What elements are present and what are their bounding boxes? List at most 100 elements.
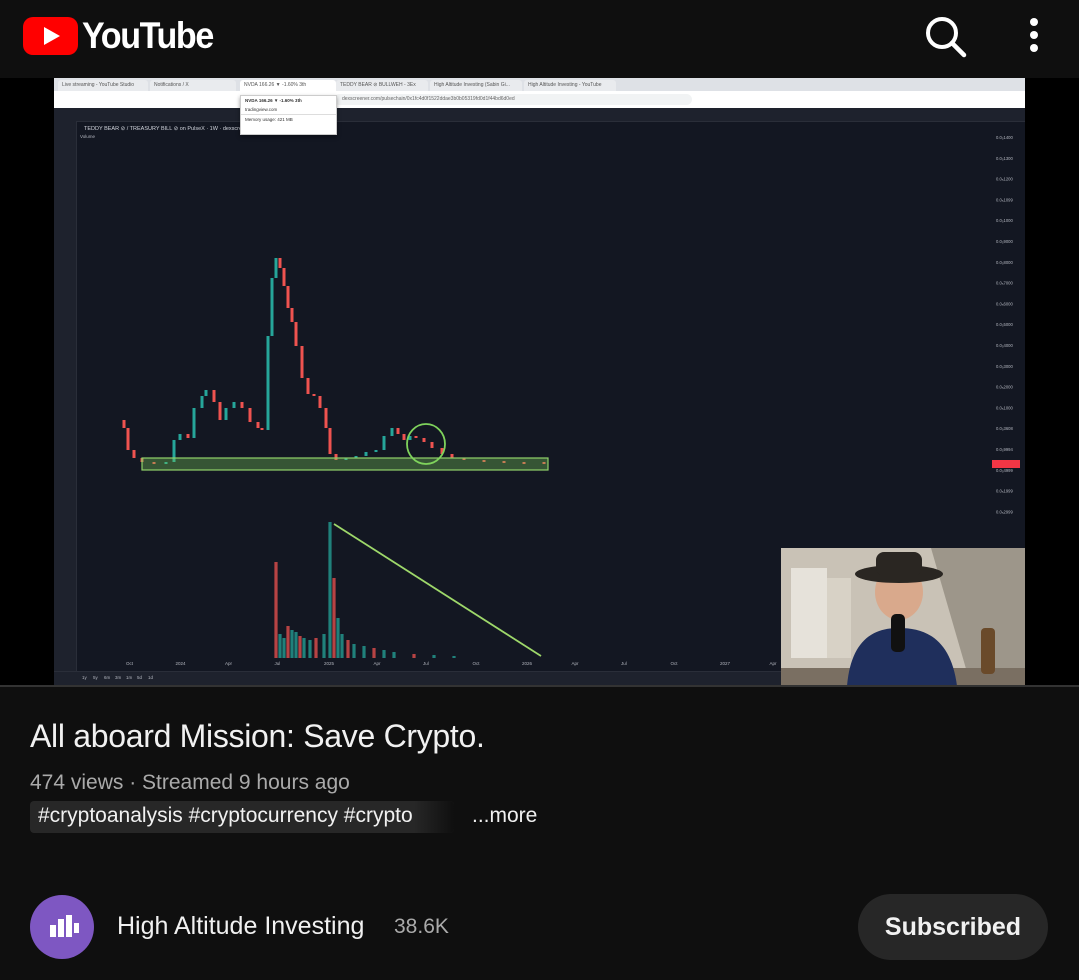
time-tick-label: Apr [572, 661, 580, 666]
time-tick-label: Oct [473, 661, 481, 666]
candle [450, 454, 454, 458]
video-progress-bar[interactable] [0, 685, 1079, 687]
candle [178, 434, 182, 440]
candle [122, 420, 126, 428]
price-tick-label: 0.0₅2999 [996, 509, 1013, 514]
price-tick-label: 0.0₅1099 [996, 197, 1013, 202]
time-tick-label: 2025 [324, 661, 335, 666]
bar-chart-logo-icon [50, 915, 79, 937]
volume-bar [352, 644, 356, 658]
time-tick-label: Jul [423, 661, 429, 666]
popup-title: NVDA 166.26 ▼ -1.60% 3th [245, 98, 302, 103]
volume-bar [432, 655, 436, 658]
popup-memory: Memory usage: 421 MB [241, 114, 336, 124]
range-button[interactable]: 1y [82, 675, 88, 680]
candle [382, 436, 386, 450]
candle [286, 286, 290, 308]
candle [192, 408, 196, 438]
trendline [333, 523, 542, 657]
volume-bar [336, 618, 340, 658]
candle [186, 434, 190, 438]
youtube-logo[interactable]: YouTube [23, 15, 224, 57]
volume-bars [274, 522, 456, 658]
price-tick-label: 0.0₅1000 [996, 218, 1013, 223]
price-tick-label: 0.0₅1999 [996, 489, 1013, 494]
range-button[interactable]: 5y [93, 675, 99, 680]
price-axis: 0.0₅1400 0.0₅1300 0.0₅1200 0.0₅1099 0.0₅1000… [996, 135, 1013, 514]
avatar[interactable] [30, 895, 94, 959]
more-link[interactable]: ...more [472, 804, 537, 828]
volume-bar [332, 578, 336, 658]
price-tick-label: 0.0₅4000 [996, 343, 1013, 348]
candle [270, 278, 274, 336]
volume-bar [308, 640, 312, 658]
channel-name[interactable]: High Altitude Investing [117, 912, 364, 941]
candle [390, 428, 394, 436]
candles [122, 258, 546, 464]
range-button[interactable]: 1m [126, 675, 133, 680]
search-icon[interactable] [922, 13, 968, 59]
candle [290, 308, 294, 322]
streamer-webcam-image [781, 548, 1025, 686]
popup-site: tradingview.com [245, 107, 278, 112]
range-buttons: 1y 5y 6m 3m 1m 5d 1d [82, 675, 154, 680]
volume-bar [340, 634, 344, 658]
volume-bar [372, 648, 376, 658]
price-tick-label: 0.0₅5000 [996, 322, 1013, 327]
candle [300, 346, 304, 378]
candle [132, 450, 136, 458]
candle [240, 402, 244, 408]
more-vert-icon[interactable] [1015, 16, 1053, 56]
hashtags-text[interactable]: #cryptoanalysis #cryptocurrency #crypto [38, 804, 413, 828]
volume-bar [282, 638, 286, 658]
candle [402, 434, 406, 440]
volume-bar [362, 646, 366, 658]
time-axis: Oct 2024 Apr Jul 2025 Apr Jul Oct 2026 Apr Jul Oct 2… [126, 661, 825, 666]
description-hashtags[interactable]: #cryptoanalysis #cryptocurrency #crypto [30, 801, 454, 833]
candle [414, 436, 418, 438]
range-button[interactable]: 5d [137, 675, 143, 680]
time-tick-label: Jul [621, 661, 627, 666]
support-box [141, 457, 549, 471]
candle [364, 452, 368, 456]
candle [256, 422, 260, 428]
time-tick-label: Oct [671, 661, 679, 666]
range-button[interactable]: 3m [115, 675, 122, 680]
subscribed-button[interactable]: Subscribed [858, 894, 1048, 960]
time-tick-label: Apr [374, 661, 382, 666]
candle [312, 394, 316, 396]
volume-bar [452, 656, 456, 658]
range-button[interactable]: 1d [148, 675, 154, 680]
candle [294, 322, 298, 346]
candle [212, 390, 216, 402]
candle [324, 408, 328, 428]
volume-bar [392, 652, 396, 658]
volume-bar [290, 630, 294, 658]
price-tick-label: 0.0₅3608 [996, 426, 1013, 431]
price-tick-label: 0.0₅1400 [996, 135, 1013, 140]
volume-bar [314, 638, 318, 658]
time-tick-label: Jul [275, 661, 281, 666]
price-tick-label: 0.0₅1000 [996, 405, 1013, 410]
candle [430, 442, 434, 448]
candle [422, 438, 426, 442]
volume-bar [322, 634, 326, 658]
price-tick-label: 0.0₅1300 [996, 156, 1013, 161]
volume-bar [298, 636, 302, 658]
volume-bar [382, 650, 386, 658]
price-tick-label: 0.0₅6000 [996, 301, 1013, 306]
video-player[interactable]: Live streaming - YouTube Studio Notifica… [0, 78, 1079, 686]
candle [224, 408, 228, 420]
price-tick-label: 0.0₅4999 [996, 468, 1013, 473]
time-tick-label: Apr [770, 661, 778, 666]
video-meta: 474 views · Streamed 9 hours ago [30, 771, 350, 794]
volume-bar [346, 640, 350, 658]
price-tick-label: 0.0₅1200 [996, 177, 1013, 182]
webcam-overlay [781, 548, 1025, 686]
time-tick-label: Oct [126, 661, 134, 666]
time-tick-label: 2027 [720, 661, 731, 666]
volume-bar [278, 634, 282, 658]
volume-bar [286, 626, 290, 658]
candle [204, 390, 208, 396]
range-button[interactable]: 6m [104, 675, 111, 680]
